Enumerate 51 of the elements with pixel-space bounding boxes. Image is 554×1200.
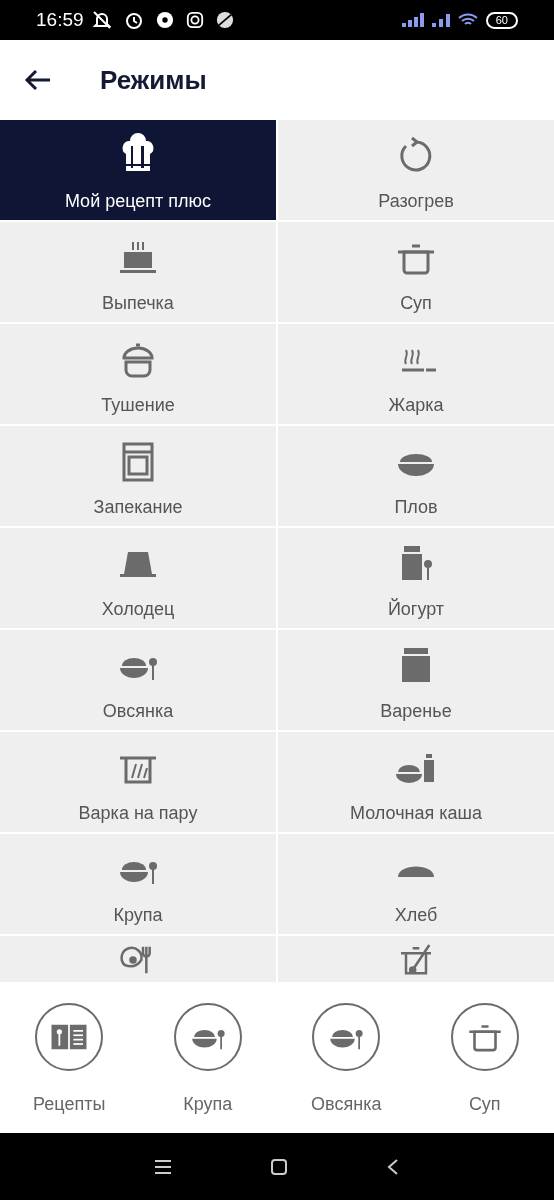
mode-label: Варка на пару bbox=[78, 802, 198, 825]
quick-mode-button[interactable]: Овсянка bbox=[277, 1003, 416, 1118]
mode-tile[interactable] bbox=[0, 936, 276, 982]
mode-label: Плов bbox=[394, 496, 438, 519]
mode-tile[interactable]: Холодец bbox=[0, 528, 276, 628]
mode-tile[interactable]: Мой рецепт плюс bbox=[0, 120, 276, 220]
battery-indicator: 60 bbox=[485, 11, 518, 29]
mode-label: Варенье bbox=[380, 700, 452, 723]
mode-label: Мой рецепт плюс bbox=[64, 190, 212, 213]
mode-label: Тушение bbox=[101, 394, 175, 417]
mode-tile[interactable]: Разогрев bbox=[278, 120, 554, 220]
signal-icon bbox=[401, 13, 424, 27]
quick-mode-button[interactable]: Рецепты bbox=[0, 1003, 139, 1118]
mode-label: Запекание bbox=[93, 496, 183, 519]
mode-tile[interactable]: Хлеб bbox=[278, 834, 554, 934]
home-square-icon[interactable] bbox=[271, 1158, 287, 1175]
back-arrow-icon[interactable] bbox=[24, 69, 52, 91]
mode-tile[interactable]: Варенье bbox=[278, 630, 554, 730]
mode-label: Молочная каша bbox=[350, 802, 482, 825]
mode-tile[interactable]: Тушение bbox=[0, 324, 276, 424]
page-title: Режимы bbox=[100, 63, 207, 97]
mode-tile[interactable]: Йогурт bbox=[278, 528, 554, 628]
mode-label: Выпечка bbox=[102, 292, 174, 315]
mode-label: Хлеб bbox=[394, 904, 438, 927]
mode-label: Жарка bbox=[388, 394, 444, 417]
signal-icon bbox=[431, 13, 450, 27]
mode-tile[interactable]: Варка на пару bbox=[0, 732, 276, 832]
mode-tile[interactable]: Молочная каша bbox=[278, 732, 554, 832]
mode-label: Суп bbox=[400, 292, 432, 315]
wifi-icon bbox=[457, 13, 478, 27]
instagram-icon bbox=[185, 11, 204, 29]
mode-tile[interactable]: Овсянка bbox=[0, 630, 276, 730]
mode-tile[interactable] bbox=[278, 936, 554, 982]
quick-mode-button[interactable]: Суп bbox=[415, 1003, 554, 1118]
mode-label: Йогурт bbox=[387, 597, 445, 621]
mode-label: Овсянка bbox=[102, 700, 174, 723]
mode-tile[interactable]: Крупа bbox=[0, 834, 276, 934]
mode-tile[interactable]: Выпечка bbox=[0, 222, 276, 322]
menu-icon[interactable] bbox=[155, 1159, 171, 1174]
mode-label: Холодец bbox=[101, 598, 175, 621]
status-time: 16:59 bbox=[36, 7, 84, 32]
mode-tile[interactable]: Жарка bbox=[278, 324, 554, 424]
mode-label: Разогрев bbox=[378, 190, 454, 213]
mode-tile[interactable]: Суп bbox=[278, 222, 554, 322]
mode-label: Крупа bbox=[113, 904, 163, 927]
mode-tile[interactable]: Плов bbox=[278, 426, 554, 526]
quick-mode-button[interactable]: Крупа bbox=[138, 1003, 277, 1118]
muted-bell-icon bbox=[91, 10, 112, 30]
back-icon[interactable] bbox=[387, 1158, 399, 1175]
alarm-icon bbox=[123, 10, 144, 30]
mode-tile[interactable]: Запекание bbox=[0, 426, 276, 526]
